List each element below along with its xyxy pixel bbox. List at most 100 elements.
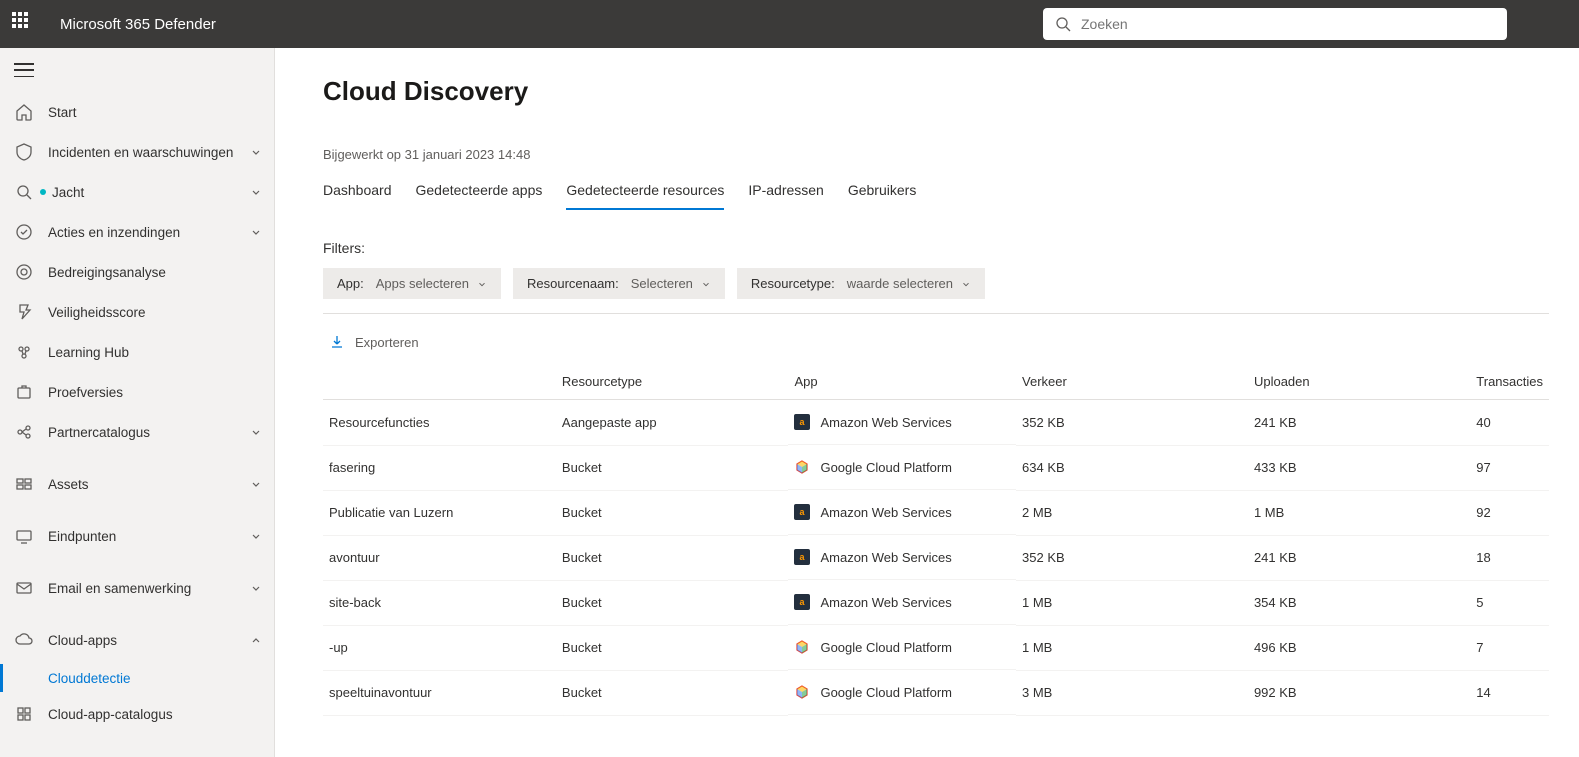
table-row[interactable]: ResourcefunctiesAangepaste appaAmazon We…: [323, 400, 1549, 446]
cell-upload: 433 KB: [1248, 445, 1470, 490]
filter-resname[interactable]: Resourcenaam: Selecteren: [513, 268, 725, 299]
filters-label: Filters:: [323, 240, 1549, 256]
gcp-icon: [794, 459, 810, 475]
sidebar-item-label: Cloud-apps: [48, 633, 250, 648]
table-row[interactable]: site-backBucketaAmazon Web Services1 MB3…: [323, 580, 1549, 625]
sidebar-item-label: Assets: [48, 477, 250, 492]
app-launcher-icon[interactable]: [12, 12, 36, 36]
gcp-icon: [794, 684, 810, 700]
sidebar-item-incidents[interactable]: Incidenten en waarschuwingen: [0, 132, 274, 172]
cell-traffic: 3 MB: [1016, 670, 1248, 715]
cell-type: Bucket: [556, 445, 789, 490]
col-header-upload[interactable]: Uploaden: [1248, 364, 1470, 400]
cell-upload: 496 KB: [1248, 625, 1470, 670]
table-row[interactable]: -upBucketGoogle Cloud Platform1 MB496 KB…: [323, 625, 1549, 670]
col-header-trans[interactable]: Transacties: [1470, 364, 1549, 400]
sidebar-item-label: Acties en inzendingen: [48, 225, 250, 240]
sidebar-item-label: Eindpunten: [48, 529, 250, 544]
export-button[interactable]: Exporteren: [323, 334, 1549, 350]
table-row[interactable]: Publicatie van LuzernBucketaAmazon Web S…: [323, 490, 1549, 535]
sidebar-item-label: Learning Hub: [48, 345, 262, 360]
cell-upload: 241 KB: [1248, 535, 1470, 580]
cell-app: Google Cloud Platform: [788, 445, 1016, 490]
sidebar-item-assets[interactable]: Assets: [0, 464, 274, 504]
sidebar-item-label: Cloud-app-catalogus: [48, 707, 262, 722]
sidebar-item-cloudcatalog[interactable]: Cloud-app-catalogus: [0, 696, 274, 732]
email-icon: [14, 578, 34, 598]
cell-app: aAmazon Web Services: [788, 490, 1016, 535]
cell-app: aAmazon Web Services: [788, 580, 1016, 625]
product-title: Microsoft 365 Defender: [60, 16, 216, 33]
sidebar-item-label: Bedreigingsanalyse: [48, 265, 262, 280]
cell-type: Aangepaste app: [556, 400, 789, 446]
cell-traffic: 1 MB: [1016, 580, 1248, 625]
sidebar-item-endpoints[interactable]: Eindpunten: [0, 516, 274, 556]
cell-type: Bucket: [556, 625, 789, 670]
table-row[interactable]: speeltuinavontuurBucketGoogle Cloud Plat…: [323, 670, 1549, 715]
cell-trans: 97: [1470, 445, 1549, 490]
sidebar: Start Incidenten en waarschuwingenJacht Ac…: [0, 48, 275, 757]
tab-disc_apps[interactable]: Gedetecteerde apps: [416, 182, 543, 210]
cell-traffic: 2 MB: [1016, 490, 1248, 535]
tab-disc_res[interactable]: Gedetecteerde resources: [566, 182, 724, 210]
sidebar-item-threat[interactable]: Bedreigingsanalyse: [0, 252, 274, 292]
cell-name: Publicatie van Luzern: [323, 490, 556, 535]
learning-icon: [14, 342, 34, 362]
filter-row: App: Apps selecteren Resourcenaam: Select…: [323, 268, 1549, 314]
aws-icon: a: [794, 549, 810, 565]
sidebar-item-partner[interactable]: Partnercatalogus: [0, 412, 274, 452]
cell-trans: 18: [1470, 535, 1549, 580]
assets-icon: [14, 474, 34, 494]
cell-name: site-back: [323, 580, 556, 625]
col-header-name[interactable]: [323, 364, 556, 400]
top-bar: Microsoft 365 Defender: [0, 0, 1579, 48]
filter-restype[interactable]: Resourcetype: waarde selecteren: [737, 268, 985, 299]
search-icon: [1055, 16, 1071, 32]
filter-app[interactable]: App: Apps selecteren: [323, 268, 501, 299]
search-input[interactable]: [1081, 16, 1495, 32]
table-row[interactable]: avontuurBucketaAmazon Web Services352 KB…: [323, 535, 1549, 580]
cell-traffic: 1 MB: [1016, 625, 1248, 670]
sidebar-item-score[interactable]: Veiligheidsscore: [0, 292, 274, 332]
cell-trans: 7: [1470, 625, 1549, 670]
filter-prefix: App:: [337, 276, 364, 291]
col-header-traffic[interactable]: Verkeer: [1016, 364, 1248, 400]
search-box[interactable]: [1043, 8, 1507, 40]
col-header-app[interactable]: App: [788, 364, 1016, 400]
sidebar-item-home[interactable]: Start: [0, 92, 274, 132]
threat-icon: [14, 262, 34, 282]
gcp-icon: [794, 639, 810, 655]
cell-app: aAmazon Web Services: [788, 535, 1016, 580]
sidebar-item-actions[interactable]: Acties en inzendingen: [0, 212, 274, 252]
sidebar-item-clouddetection[interactable]: Clouddetectie: [0, 660, 274, 696]
sidebar-item-email[interactable]: Email en samenwerking: [0, 568, 274, 608]
sidebar-item-learning[interactable]: Learning Hub: [0, 332, 274, 372]
cell-trans: 92: [1470, 490, 1549, 535]
filter-value: Selecteren: [631, 276, 693, 291]
sidebar-item-label: Start: [48, 105, 262, 120]
content: Cloud Discovery Bijgewerkt op 31 januari…: [275, 48, 1579, 757]
cell-upload: 354 KB: [1248, 580, 1470, 625]
hunting-icon: [14, 182, 34, 202]
incidents-icon: [14, 142, 34, 162]
cell-app: Google Cloud Platform: [788, 625, 1016, 670]
sidebar-item-hunting[interactable]: Jacht: [0, 172, 274, 212]
cell-name: avontuur: [323, 535, 556, 580]
partner-icon: [14, 422, 34, 442]
tab-ips[interactable]: IP-adressen: [748, 182, 823, 210]
cell-traffic: 352 KB: [1016, 400, 1248, 446]
cell-type: Bucket: [556, 670, 789, 715]
hamburger-menu-icon[interactable]: [14, 63, 34, 77]
col-header-type[interactable]: Resourcetype: [556, 364, 789, 400]
sidebar-item-cloudapps[interactable]: Cloud-apps: [0, 620, 274, 660]
cell-traffic: 352 KB: [1016, 535, 1248, 580]
tab-dashboard[interactable]: Dashboard: [323, 182, 392, 210]
export-label: Exporteren: [355, 335, 419, 350]
table-row[interactable]: faseringBucketGoogle Cloud Platform634 K…: [323, 445, 1549, 490]
cell-type: Bucket: [556, 580, 789, 625]
sidebar-item-label: Email en samenwerking: [48, 581, 250, 596]
cell-type: Bucket: [556, 490, 789, 535]
sidebar-item-trials[interactable]: Proefversies: [0, 372, 274, 412]
tab-users[interactable]: Gebruikers: [848, 182, 916, 210]
download-icon: [329, 334, 345, 350]
